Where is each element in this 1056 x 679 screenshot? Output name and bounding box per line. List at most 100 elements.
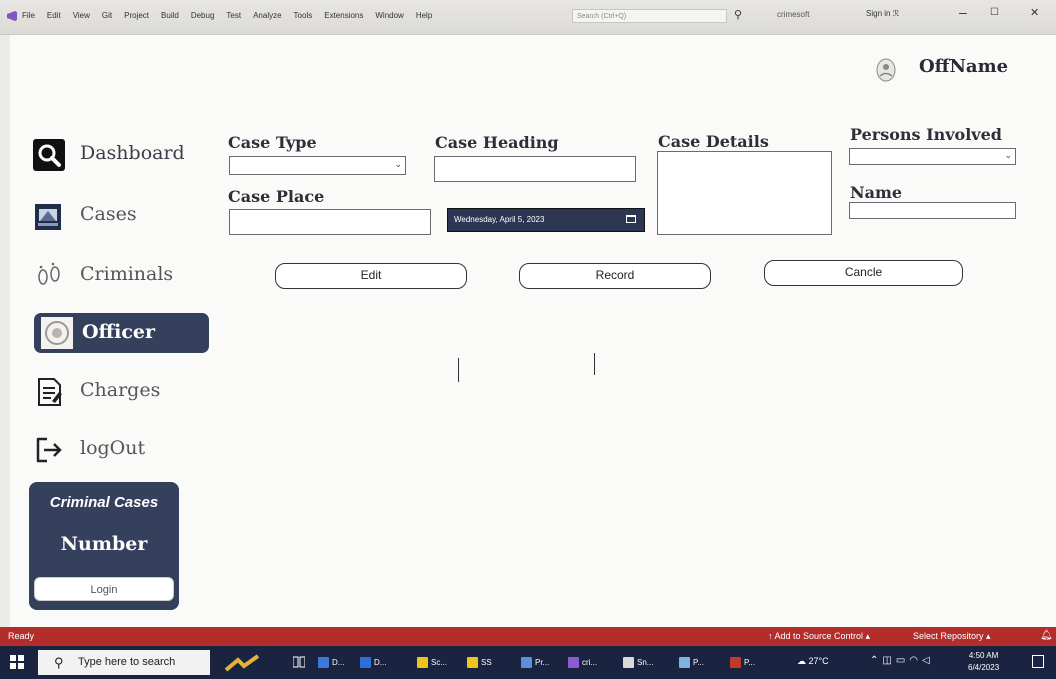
case-type-label: Case Type bbox=[228, 133, 317, 152]
chevron-down-icon: ⌄ bbox=[394, 160, 402, 170]
action-center-icon[interactable] bbox=[1032, 655, 1044, 668]
search-icon[interactable]: ⚲ bbox=[734, 8, 742, 21]
sidebar-item-dashboard[interactable]: Dashboard bbox=[32, 132, 210, 174]
taskbar-app[interactable]: Pr... bbox=[521, 655, 549, 671]
windows-start-icon[interactable] bbox=[10, 655, 24, 669]
menu-tools[interactable]: Tools bbox=[294, 11, 313, 20]
system-tray: ⌃◫▭◠◁ bbox=[870, 655, 934, 666]
menu-git[interactable]: Git bbox=[102, 11, 112, 20]
wifi-icon[interactable]: ◠ bbox=[909, 655, 922, 666]
sidebar-item-label: logOut bbox=[80, 437, 146, 459]
weather-widget[interactable]: ☁ 27°C bbox=[797, 656, 829, 667]
menu-project[interactable]: Project bbox=[124, 11, 149, 20]
menu-file[interactable]: File bbox=[22, 11, 35, 20]
name-label: Name bbox=[850, 183, 903, 202]
visual-studio-icon bbox=[7, 11, 17, 21]
taskbar-search-input[interactable]: ⚲ Type here to search bbox=[38, 650, 210, 675]
network-icon[interactable]: ◫ bbox=[882, 655, 895, 666]
cases-icon bbox=[35, 204, 61, 230]
persons-involved-label: Persons Involved bbox=[850, 125, 1002, 144]
vs-menu: File Edit View Git Project Build Debug T… bbox=[22, 11, 432, 20]
chevron-down-icon: ⌄ bbox=[1004, 151, 1012, 161]
sidebar-item-logout[interactable]: logOut bbox=[32, 427, 210, 469]
maximize-icon[interactable]: ☐ bbox=[990, 7, 999, 18]
menu-view[interactable]: View bbox=[73, 11, 90, 20]
taskbar-app[interactable]: SS bbox=[467, 655, 492, 671]
login-button[interactable]: Login bbox=[34, 577, 174, 601]
menu-test[interactable]: Test bbox=[226, 11, 241, 20]
task-view-icon[interactable] bbox=[293, 656, 305, 668]
menu-edit[interactable]: Edit bbox=[47, 11, 61, 20]
taskbar-app-label: P... bbox=[744, 658, 755, 667]
case-details-textarea[interactable] bbox=[657, 151, 832, 235]
notification-bell-icon[interactable]: 🔔︎ bbox=[1040, 630, 1053, 641]
taskbar-app[interactable]: D... bbox=[360, 655, 386, 671]
menu-window[interactable]: Window bbox=[375, 11, 403, 20]
select-repository-button[interactable]: Select Repository ▴ bbox=[913, 631, 991, 642]
battery-icon[interactable]: ▭ bbox=[896, 655, 909, 666]
officer-badge-icon bbox=[41, 317, 73, 349]
taskbar-app-label: D... bbox=[332, 658, 345, 667]
officer-avatar-icon bbox=[876, 58, 896, 82]
menu-analyze[interactable]: Analyze bbox=[253, 11, 281, 20]
weather-temp: 27°C bbox=[808, 656, 829, 666]
taskbar-app[interactable]: P... bbox=[730, 655, 755, 671]
menu-help[interactable]: Help bbox=[416, 11, 432, 20]
volume-icon[interactable]: ◁ bbox=[922, 655, 934, 666]
vs-search-input[interactable]: Search (Ctrl+Q) bbox=[572, 9, 727, 23]
card-title: Criminal Cases bbox=[49, 494, 159, 511]
name-input[interactable] bbox=[849, 202, 1016, 219]
sidebar-item-criminals[interactable]: Criminals bbox=[32, 253, 210, 295]
app-icon bbox=[521, 657, 532, 669]
system-clock[interactable]: 4:50 AM 6/4/2023 bbox=[968, 650, 999, 674]
app-form: OffName Dashboard Cases Criminals Office… bbox=[10, 35, 1056, 627]
logout-icon bbox=[36, 437, 62, 463]
calendar-icon[interactable] bbox=[626, 215, 636, 223]
app-icon bbox=[318, 657, 329, 669]
persons-involved-dropdown[interactable]: ⌄ bbox=[849, 148, 1016, 165]
live-share-icon[interactable]: ℛ bbox=[893, 9, 899, 18]
app-icon bbox=[679, 657, 690, 669]
taskbar-app[interactable]: P... bbox=[679, 655, 704, 671]
sidebar-item-label: Dashboard bbox=[80, 142, 185, 164]
cancel-button[interactable]: Cancle bbox=[764, 260, 963, 286]
sign-in-label: Sign in bbox=[866, 9, 891, 18]
sidebar-item-label: Officer bbox=[82, 321, 156, 343]
case-place-input[interactable] bbox=[229, 209, 431, 235]
menu-debug[interactable]: Debug bbox=[191, 11, 215, 20]
sidebar-item-cases[interactable]: Cases bbox=[32, 193, 210, 235]
sidebar-item-label: Cases bbox=[80, 203, 137, 225]
sidebar-item-label: Criminals bbox=[80, 263, 174, 285]
edit-button[interactable]: Edit bbox=[275, 263, 467, 289]
clock-date: 6/4/2023 bbox=[968, 663, 1000, 672]
add-source-control-button[interactable]: ↑ Add to Source Control ▴ bbox=[768, 631, 870, 642]
sidebar-item-officer[interactable]: Officer bbox=[34, 313, 209, 353]
case-heading-input[interactable] bbox=[434, 156, 636, 182]
sidebar-item-label: Charges bbox=[80, 379, 161, 401]
taskbar-widget-icon[interactable] bbox=[222, 652, 266, 674]
taskbar-app[interactable]: D... bbox=[318, 655, 344, 671]
taskbar-app-label: SS bbox=[481, 658, 492, 667]
taskbar-app[interactable]: Sn... bbox=[623, 655, 653, 671]
case-place-label: Case Place bbox=[228, 187, 325, 206]
case-type-dropdown[interactable]: ⌄ bbox=[229, 156, 406, 175]
taskbar-app[interactable]: Sc... bbox=[417, 655, 447, 671]
taskbar-app-label: P... bbox=[693, 658, 704, 667]
sidebar-item-charges[interactable]: Charges bbox=[32, 369, 210, 411]
vs-status-bar: Ready ↑ Add to Source Control ▴ Select R… bbox=[0, 627, 1056, 646]
text-caret bbox=[594, 353, 595, 375]
menu-extensions[interactable]: Extensions bbox=[324, 11, 363, 20]
minimize-icon[interactable]: – bbox=[959, 4, 967, 20]
document-icon bbox=[38, 378, 62, 406]
chevron-up-icon[interactable]: ⌃ bbox=[870, 655, 882, 666]
officer-name: OffName bbox=[919, 56, 1009, 77]
sign-in-link[interactable]: Sign in ℛ bbox=[866, 9, 899, 18]
taskbar-app[interactable]: cri... bbox=[568, 655, 597, 671]
taskbar-app-label: Sc... bbox=[431, 658, 448, 667]
close-icon[interactable]: ✕ bbox=[1030, 6, 1039, 19]
taskbar-app-label: cri... bbox=[582, 658, 598, 667]
case-date-picker[interactable]: Wednesday, April 5, 2023 bbox=[447, 208, 645, 232]
case-heading-label: Case Heading bbox=[435, 133, 559, 152]
record-button[interactable]: Record bbox=[519, 263, 711, 289]
menu-build[interactable]: Build bbox=[161, 11, 179, 20]
